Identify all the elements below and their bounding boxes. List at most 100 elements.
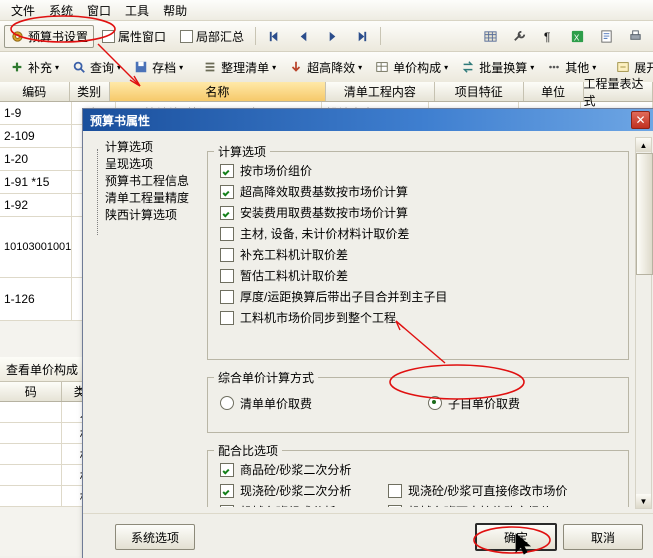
- nav-last-button[interactable]: [348, 26, 375, 47]
- checkbox-icon[interactable]: [220, 248, 234, 262]
- checkbox-icon[interactable]: [220, 484, 234, 498]
- grid-header-feature[interactable]: 项目特征: [435, 82, 524, 101]
- checkbox-icon[interactable]: [220, 206, 234, 220]
- search-icon: [72, 60, 87, 75]
- radio-icon[interactable]: [428, 396, 442, 410]
- menu-item-help[interactable]: 帮助: [156, 1, 194, 20]
- scroll-up-icon[interactable]: ▲: [636, 138, 651, 152]
- cell-code: 1-9: [0, 102, 72, 124]
- prev-icon: [296, 29, 311, 44]
- checkbox-icon[interactable]: [220, 505, 234, 508]
- grid-header-row: 编码 类别 名称 清单工程内容 项目特征 单位 工程量表达式: [0, 82, 653, 102]
- archive-button[interactable]: 存档 ▾: [128, 56, 189, 79]
- comprehensive-price-method-group: 综合单价计算方式 清单单价取费 子目单价取费: [207, 369, 629, 433]
- option-market-price-pricing[interactable]: 按市场价组价: [208, 160, 628, 181]
- property-window-button[interactable]: 属性窗口: [96, 25, 172, 48]
- option-cast-concrete-editable[interactable]: 现浇砼/砂浆可直接修改市场价: [380, 480, 567, 501]
- print-icon-button[interactable]: [622, 26, 649, 47]
- radio-icon[interactable]: [220, 396, 234, 410]
- expand-icon: [616, 60, 631, 75]
- nav-first-button[interactable]: [261, 26, 288, 47]
- grid-header-name[interactable]: 名称: [110, 82, 326, 101]
- option-label: 商品砼/砂浆二次分析: [240, 461, 351, 478]
- unit-price-composition-button[interactable]: 单价构成 ▾: [369, 56, 454, 79]
- nav-prev-button[interactable]: [290, 26, 317, 47]
- grid-header-expression[interactable]: 工程量表达式: [584, 82, 653, 101]
- checkbox-icon[interactable]: [220, 311, 234, 325]
- menu-bar: 文件 系统 窗口 工具 帮助: [0, 0, 653, 21]
- radio-list-price[interactable]: 清单单价取费: [208, 393, 410, 414]
- cell-code: 1-20: [0, 148, 72, 170]
- partial-summary-button[interactable]: 局部汇总: [174, 25, 250, 48]
- radio-subitem-price[interactable]: 子目单价取费: [410, 393, 520, 414]
- printer-icon: [628, 29, 643, 44]
- option-label: 现浇砼/砂浆可直接修改市场价: [408, 482, 567, 499]
- menu-item-file[interactable]: 文件: [4, 1, 42, 20]
- dialog-title-bar[interactable]: 预算书属性 ✕: [83, 109, 653, 131]
- grid-header-category[interactable]: 类别: [70, 82, 110, 101]
- panel-header-code[interactable]: 码: [0, 382, 62, 401]
- checkbox-icon[interactable]: [220, 290, 234, 304]
- grid-header-content[interactable]: 清单工程内容: [326, 82, 435, 101]
- option-label: 机械台班组成分析: [240, 503, 336, 507]
- option-machine-shift-analysis[interactable]: 机械台班组成分析: [208, 501, 380, 507]
- checkbox-icon[interactable]: [220, 227, 234, 241]
- chevron-down-icon: ▾: [179, 63, 183, 72]
- ok-button[interactable]: 确定: [475, 523, 557, 551]
- scroll-down-icon[interactable]: ▼: [636, 494, 651, 508]
- checkbox-icon[interactable]: [388, 484, 402, 498]
- paragraph-icon-button[interactable]: ¶: [535, 26, 562, 47]
- option-commercial-concrete-analysis[interactable]: 商品砼/砂浆二次分析: [208, 459, 628, 480]
- checkbox-icon[interactable]: [220, 164, 234, 178]
- swap-icon: [461, 60, 476, 75]
- budget-settings-button[interactable]: 预算书设置: [4, 25, 94, 48]
- close-icon[interactable]: ✕: [631, 111, 650, 129]
- report-icon-button[interactable]: [593, 26, 620, 47]
- checkbox-icon[interactable]: [388, 505, 402, 508]
- system-options-button[interactable]: 系统选项: [115, 524, 195, 550]
- query-button[interactable]: 查询 ▾: [66, 56, 127, 79]
- supplement-button[interactable]: 补充 ▾: [4, 56, 65, 79]
- cancel-button[interactable]: 取消: [563, 524, 643, 550]
- grid-header-code[interactable]: 编码: [0, 82, 70, 101]
- grid-icon-button[interactable]: [477, 26, 504, 47]
- option-overheight-base-market[interactable]: 超高降效取费基数按市场价计算: [208, 181, 628, 202]
- calc-options-legend: 计算选项: [214, 143, 270, 160]
- batch-replace-button[interactable]: 批量换算 ▾: [455, 56, 540, 79]
- first-icon: [267, 29, 282, 44]
- grid-header-unit[interactable]: 单位: [524, 82, 584, 101]
- option-main-material-price-diff[interactable]: 主材, 设备, 未计价材料计取价差: [208, 223, 628, 244]
- checkbox-icon[interactable]: [220, 463, 234, 477]
- over-height-drop-label: 超高降效: [307, 59, 355, 76]
- cell-code: 1-126: [0, 278, 72, 320]
- option-machine-shift-editable[interactable]: 机械台班可直接修改市场价: [380, 501, 552, 507]
- menu-item-window[interactable]: 窗口: [80, 1, 118, 20]
- checkbox-icon[interactable]: [220, 269, 234, 283]
- svg-text:¶: ¶: [544, 30, 551, 44]
- option-sync-market-price[interactable]: 工料机市场价同步到整个工程: [208, 307, 628, 328]
- menu-item-system[interactable]: 系统: [42, 1, 80, 20]
- option-supplement-price-diff[interactable]: 补充工料机计取价差: [208, 244, 628, 265]
- table-icon: [375, 60, 390, 75]
- scrollbar-thumb[interactable]: [636, 153, 653, 275]
- radio-label: 清单单价取费: [240, 395, 312, 412]
- option-install-fee-base-market[interactable]: 安装费用取费基数按市场价计算: [208, 202, 628, 223]
- nav-next-button[interactable]: [319, 26, 346, 47]
- option-label: 工料机市场价同步到整个工程: [240, 309, 396, 326]
- tools-icon-button[interactable]: [506, 26, 533, 47]
- excel-icon-button[interactable]: X: [564, 26, 591, 47]
- chevron-down-icon: ▾: [530, 63, 534, 72]
- option-merge-subitem[interactable]: 厚度/运距换算后带出子目合并到主子目: [208, 286, 628, 307]
- settings-scrollbar[interactable]: ▲ ▼: [635, 137, 652, 509]
- option-cast-concrete-analysis[interactable]: 现浇砼/砂浆二次分析: [208, 480, 380, 501]
- chevron-down-icon: ▾: [592, 63, 596, 72]
- menu-item-tools[interactable]: 工具: [118, 1, 156, 20]
- over-height-drop-button[interactable]: 超高降效 ▾: [283, 56, 368, 79]
- settings-tree: 计算选项 呈现选项 预算书工程信息 清单工程量精度 陕西计算选项: [91, 139, 201, 504]
- option-estimated-price-diff[interactable]: 暂估工料机计取价差: [208, 265, 628, 286]
- tidy-list-button[interactable]: 整理清单 ▾: [197, 56, 282, 79]
- chevron-down-icon: ▾: [444, 63, 448, 72]
- property-window-label: 属性窗口: [118, 28, 166, 45]
- checkbox-icon[interactable]: [220, 185, 234, 199]
- partial-summary-label: 局部汇总: [196, 28, 244, 45]
